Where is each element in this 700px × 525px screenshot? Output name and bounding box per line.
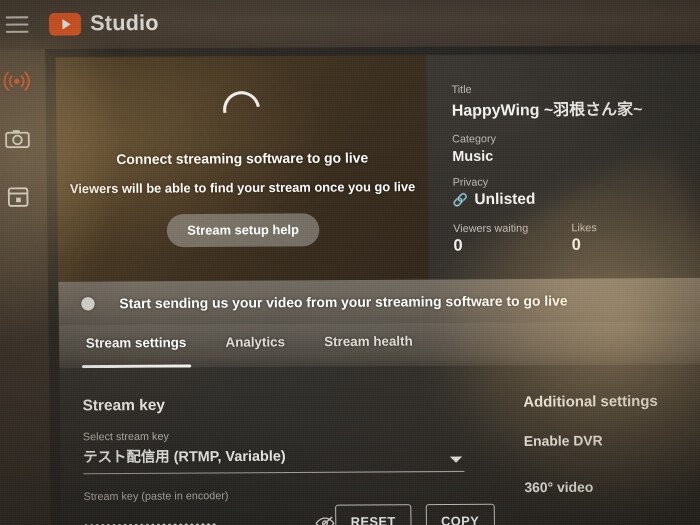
stream-key-field-label: Stream key (paste in encoder) (83, 489, 229, 504)
select-stream-key-label: Select stream key (82, 430, 169, 444)
reset-button[interactable]: RESET (335, 504, 412, 525)
stream-key-row: •••••••••••••••••••••••• RESET COPY (83, 503, 507, 525)
top-app-bar: Studio (0, 0, 700, 50)
chevron-down-icon (449, 456, 463, 463)
studio-brand[interactable]: Studio (48, 11, 159, 36)
camera-icon[interactable] (2, 123, 33, 154)
enable-dvr-option[interactable]: Enable DVR (524, 432, 700, 449)
status-dot-icon (81, 296, 95, 311)
viewers-label: Viewers waiting (453, 222, 529, 236)
hero-row: Connect streaming software to go live Vi… (55, 53, 700, 282)
privacy-label: Privacy (452, 176, 489, 189)
tab-stream-health[interactable]: Stream health (324, 323, 413, 367)
preview-subtext: Viewers will be able to find your stream… (69, 179, 416, 196)
left-rail (0, 49, 52, 525)
video-360-option[interactable]: 360° video (524, 479, 700, 495)
tab-analytics[interactable]: Analytics (225, 324, 285, 368)
youtube-play-icon (48, 12, 82, 36)
stream-metadata-panel: Title HappyWing ~羽根さん家~ Category Music P… (426, 53, 700, 280)
stream-key-heading: Stream key (82, 396, 166, 415)
status-message: Start sending us your video from your st… (119, 292, 568, 311)
preview-headline: Connect streaming software to go live (116, 149, 369, 167)
settings-panel: Stream key Select stream key テスト配信用 (RTM… (59, 364, 700, 525)
title-value: HappyWing ~羽根さん家~ (451, 101, 643, 120)
likes-label: Likes (571, 221, 597, 235)
stream-key-select-value: テスト配信用 (RTMP, Variable) (83, 447, 286, 466)
viewers-stat: Viewers waiting 0 (453, 222, 528, 255)
likes-value: 0 (571, 236, 581, 254)
stream-key-select[interactable]: テスト配信用 (RTMP, Variable) (83, 444, 465, 475)
stream-key-masked-value: •••••••••••••••••••••••• (84, 518, 218, 525)
brand-label: Studio (90, 11, 159, 36)
stream-preview: Connect streaming software to go live Vi… (55, 55, 430, 282)
copy-key-button[interactable]: COPY (425, 503, 495, 525)
calendar-icon[interactable] (3, 181, 34, 212)
title-label: Title (451, 83, 472, 97)
hamburger-menu-icon[interactable] (5, 16, 29, 33)
broadcast-icon[interactable] (1, 66, 32, 97)
privacy-row: 🔗 Unlisted (453, 189, 700, 208)
additional-settings-column: Additional settings Enable DVR 360° vide… (504, 364, 700, 525)
tab-stream-settings[interactable]: Stream settings (86, 324, 187, 368)
viewers-value: 0 (453, 237, 463, 255)
additional-settings-heading: Additional settings (523, 393, 658, 411)
main-content: Connect streaming software to go live Vi… (45, 45, 700, 525)
likes-stat: Likes 0 (571, 222, 597, 255)
loading-spinner-icon (215, 83, 268, 135)
stream-key-input[interactable]: •••••••••••••••••••••••• (83, 515, 335, 525)
tab-bar: Stream settings Analytics Stream health (58, 321, 700, 369)
eye-off-icon[interactable] (315, 515, 336, 525)
status-band: Start sending us your video from your st… (58, 277, 700, 326)
stream-key-column: Stream key Select stream key テスト配信用 (RTM… (59, 366, 506, 525)
privacy-value: Unlisted (474, 190, 536, 209)
category-value: Music (452, 147, 494, 165)
stream-setup-help-button[interactable]: Stream setup help (166, 212, 320, 247)
stats-row: Viewers waiting 0 Likes 0 (453, 221, 700, 256)
link-icon: 🔗 (452, 192, 469, 207)
category-label: Category (452, 132, 497, 146)
photographed-screen: Studio Connect streaming software to go … (0, 0, 700, 525)
